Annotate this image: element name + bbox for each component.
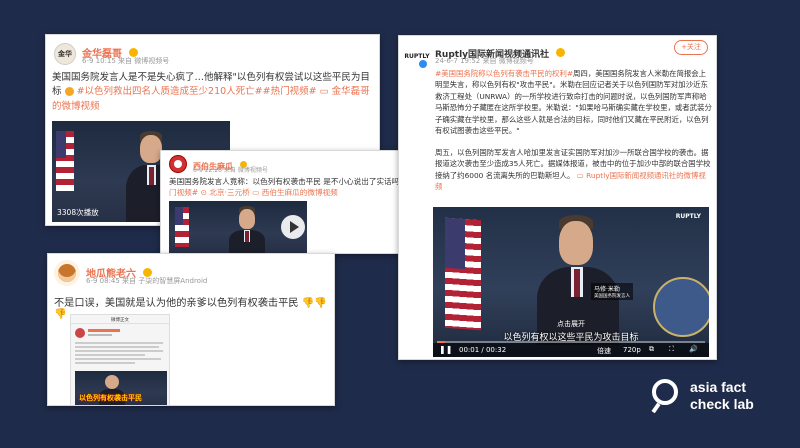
- embedded-caption: 以色列有权袭击平民: [79, 394, 142, 402]
- post-paragraph-2: 周五，以色列国防军发言人哈加里发言证实国防军对加沙一所联合国学校的袭击。据报道这…: [435, 147, 713, 193]
- control-bar: ❚❚ 00:01 / 00:32 倍速 720p ⧉ ⛶ 🔊: [433, 343, 709, 357]
- video-link-icon: ▭: [252, 188, 260, 198]
- post-card-xibo: 西伯生麻瓜 6-9 22:26 来自 微博视频号 美国国务院发言人竟称：以色列有…: [160, 150, 418, 254]
- post-meta: 24-6-7 19:52 来自 微博视频号: [435, 57, 534, 65]
- paragraph-1-text: 周四，美国国务院发言人米勒在简报会上明显失言，称以色列有权"攻击平民"。米勒在回…: [435, 69, 712, 136]
- speed-button[interactable]: 倍速: [597, 346, 611, 356]
- inner-header: 微博正文: [71, 315, 169, 324]
- pause-icon[interactable]: ❚❚: [439, 345, 452, 354]
- fullscreen-icon[interactable]: ⛶: [669, 345, 674, 354]
- post-text: 美国国务院发言人是不是失心疯了…他解释"以色列有权尝试以这些平民为目标 #以色列…: [52, 71, 374, 114]
- nameplate: 马修·米勒 美国国务院发言人: [591, 283, 633, 300]
- avatar[interactable]: RUPTLY: [403, 42, 431, 70]
- video-logo: RUPTLY: [675, 213, 701, 220]
- us-flag: [56, 131, 74, 191]
- follow-button[interactable]: +关注: [674, 40, 708, 55]
- nameplate-name: 马修·米勒: [594, 286, 620, 293]
- post-text: #美国国务院称以色列有袭击平民的权利#周四，美国国务院发言人米勒在简报会上明显失…: [435, 68, 713, 193]
- hashtag-link[interactable]: #以色列救出四名人质造成至少210人死亡##热门视频#: [77, 86, 317, 97]
- post-text: 美国国务院发言人竟称：以色列有权袭击平民 是不小心说出了实话吗 #热门视频# ⊙…: [169, 176, 417, 199]
- avatar[interactable]: [169, 155, 187, 173]
- hashtag-link[interactable]: #美国国务院称以色列有袭击平民的权利#: [435, 69, 573, 78]
- expand-button[interactable]: 点击展开: [433, 319, 709, 329]
- post-meta: 6-9 08:45 来自 子柒的智慧屏Android: [86, 277, 208, 285]
- avatar[interactable]: 金华: [54, 43, 76, 65]
- nameplate-title: 美国国务院发言人: [594, 294, 630, 299]
- magnifier-icon: [652, 379, 678, 405]
- speaker-figure: [227, 206, 267, 253]
- post-card-ruptly: RUPTLY Ruptly国际新闻视频通讯社 24-6-7 19:52 来自 微…: [398, 35, 717, 360]
- post-text-main: 不是口误，美国就是认为他的亲爹以色列有权袭击平民: [54, 298, 299, 309]
- ruptly-logo: RUPTLY: [404, 52, 430, 60]
- watermark-line-2: check lab: [690, 396, 754, 412]
- emoji-icon: [64, 87, 74, 97]
- video-link-icon: ▭: [576, 170, 584, 180]
- post-meta: 6-9 22:26 来自 微博视频号: [193, 167, 268, 174]
- us-flag: [445, 217, 481, 331]
- post-text-main: 美国国务院发言人竟称：以色列有权袭击平民 是不小心说出了实话吗: [169, 177, 400, 186]
- avatar-text: 金华: [58, 50, 72, 58]
- quality-button[interactable]: 720p: [623, 346, 641, 354]
- embedded-video: 以色列有权袭击平民: [75, 371, 167, 405]
- magnifier-handle: [651, 402, 661, 414]
- avatar-icon: [174, 160, 182, 168]
- volume-icon[interactable]: 🔊: [689, 345, 698, 353]
- pip-icon[interactable]: ⧉: [649, 345, 654, 354]
- watermark-line-1: asia fact: [690, 379, 747, 395]
- location-link[interactable]: 北京·三元桥: [209, 188, 249, 197]
- post-meta: 6-9 10:15 来自 微博视频号: [82, 57, 170, 65]
- video-link[interactable]: 西伯生麻瓜的微博视频: [262, 188, 338, 197]
- us-flag: [175, 207, 189, 247]
- avatar[interactable]: [54, 260, 80, 286]
- view-count: 3308次播放: [57, 208, 99, 217]
- location-pin-icon: ⊙: [200, 188, 207, 198]
- post-card-digua: 地瓜熊老六 6-9 08:45 来自 子柒的智慧屏Android 不是口误，美国…: [47, 253, 335, 406]
- play-icon[interactable]: [281, 215, 305, 239]
- time-display: 00:01 / 00:32: [459, 346, 507, 354]
- video-player[interactable]: [169, 201, 307, 253]
- video-player[interactable]: RUPTLY 马修·米勒 美国国务院发言人 点击展开 以色列有权以这些平民为攻击…: [433, 207, 709, 357]
- asia-fact-check-lab-logo: asia fact check lab: [651, 375, 772, 419]
- video-link-icon: ▭: [319, 86, 329, 98]
- post-paragraph-1: #美国国务院称以色列有袭击平民的权利#周四，美国国务院发言人米勒在简报会上明显失…: [435, 68, 713, 137]
- embedded-screenshot: 微博正文 以色列有权袭击平民: [70, 314, 170, 405]
- verified-badge-icon: [556, 48, 566, 57]
- verified-icon: [419, 60, 427, 68]
- monkey-avatar-icon: [58, 264, 76, 282]
